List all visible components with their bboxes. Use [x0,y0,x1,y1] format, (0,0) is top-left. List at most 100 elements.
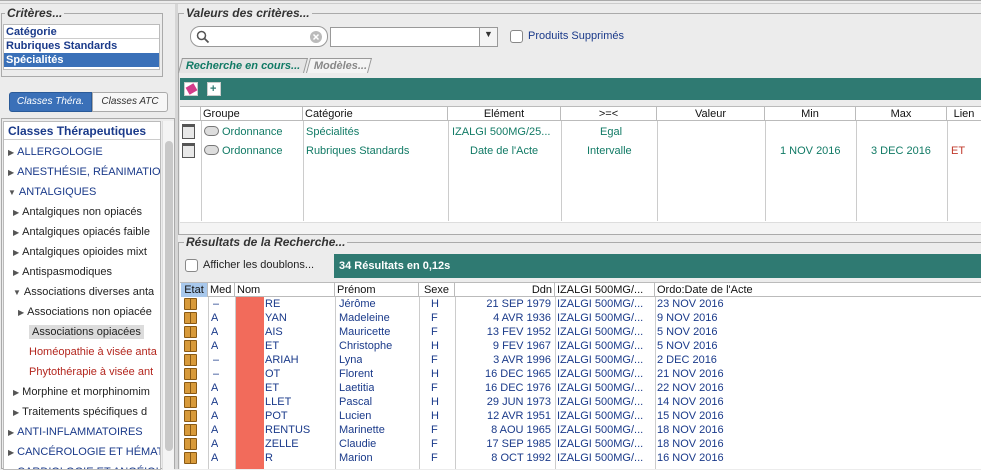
results-col-ordo[interactable]: Ordo:Date de l'Acte [655,283,981,297]
search-input[interactable] [190,26,328,47]
name-redaction [236,297,264,469]
tab-classes-atc[interactable]: Classes ATC [92,92,168,112]
tree-item[interactable]: Traitements spécifiques d [13,402,147,422]
value-combobox[interactable]: ▼ [330,27,498,47]
criteria-col-categorie[interactable]: Catégorie [303,107,448,121]
result-row[interactable]: A RENTUS Marinette F 8 AOU 1965 IZALGI 500MG/… [181,423,981,437]
dossier-book-icon[interactable] [184,424,197,436]
tree-item[interactable]: ANTALGIQUES [8,182,96,202]
results-col-ddn[interactable]: Ddn [455,283,555,297]
tree-scrollbar[interactable] [162,121,174,470]
chevron-right-icon[interactable] [13,386,22,398]
dossier-book-icon[interactable] [184,452,197,464]
results-col-sexe[interactable]: Sexe [419,283,455,297]
chevron-right-icon[interactable] [8,166,17,178]
results-col-nom[interactable]: Nom [235,283,335,297]
dossier-book-icon[interactable] [184,354,197,366]
chevron-right-icon[interactable] [18,306,27,318]
chevron-down-icon[interactable] [8,186,19,198]
result-row[interactable]: A YAN Madeleine F 4 AVR 1936 IZALGI 500MG/...… [181,311,981,325]
result-row[interactable]: A LLET Pascal H 29 JUN 1973 IZALGI 500MG/... 1… [181,395,981,409]
produits-supprimes-checkbox[interactable] [510,30,523,43]
criteria-col-op[interactable]: >=< [561,107,657,121]
result-row[interactable]: A R Marion F 8 OCT 1992 IZALGI 500MG/... 16 NO… [181,451,981,465]
dossier-book-icon[interactable] [184,410,197,422]
chevron-right-icon[interactable] [13,206,22,218]
chevron-right-icon[interactable] [13,226,22,238]
tab-modeles[interactable]: Modèles... [305,58,373,73]
criteria-toolbar: + [180,78,981,100]
tree-item[interactable]: CANCÉROLOGIE ET HÉMAT [8,442,160,462]
tree-item[interactable]: Antalgiques opioides mixt [13,242,147,262]
tree-item[interactable]: ANESTHÉSIE, RÉANIMATION [8,162,160,182]
chevron-right-icon[interactable] [13,406,22,418]
criteria-col-max[interactable]: Max [856,107,947,121]
criteria-col-lien[interactable]: Lien [947,107,981,121]
dossier-book-icon[interactable] [184,340,197,352]
chevron-down-icon[interactable] [13,286,24,298]
dossier-book-icon[interactable] [184,298,197,310]
tree-item[interactable]: Associations opiacées [18,322,144,342]
result-row[interactable]: – ARIAH Lyna F 3 AVR 1996 IZALGI 500MG/... 2 D… [181,353,981,367]
criteria-row[interactable]: Ordonnance Spécialités IZALGI 500MG/25..… [180,124,981,142]
doublons-checkbox[interactable] [185,259,198,272]
link-icon[interactable] [204,126,219,136]
classes-tree[interactable]: Classes Thérapeutiques ALLERGOLOGIE ANEST… [3,121,161,470]
criteria-col-min[interactable]: Min [765,107,856,121]
trash-icon[interactable] [182,143,195,158]
tab-recherche-en-cours[interactable]: Recherche en cours... [177,58,309,73]
tree-item[interactable]: Phytothérapie à visée ant [18,362,153,382]
chevron-right-icon[interactable] [8,446,17,458]
tree-item[interactable]: Antispasmodiques [13,262,112,282]
tree-item[interactable]: ANTI-INFLAMMATOIRES [8,422,143,442]
tree-item[interactable]: Antalgiques non opiacés [13,202,142,222]
tree-item[interactable]: Homéopathie à visée anta [18,342,157,362]
result-row[interactable]: A ET Christophe H 9 FEV 1967 IZALGI 500MG/...… [181,339,981,353]
tree-item[interactable]: Antalgiques opiacés faible [13,222,150,242]
eraser-button[interactable] [184,82,198,96]
tree-item[interactable]: Associations non opiacée [18,302,152,322]
criteria-col-groupe[interactable]: Groupe [201,107,303,121]
chevron-right-icon[interactable] [8,426,17,438]
criteria-row[interactable]: Ordonnance Rubriques Standards Date de l… [180,143,981,161]
chevron-right-icon[interactable] [8,146,17,158]
link-icon[interactable] [204,145,219,155]
tree-item[interactable]: ALLERGOLOGIE [8,142,103,162]
result-row[interactable]: A POT Lucien H 12 AVR 1951 IZALGI 500MG/... 15… [181,409,981,423]
dossier-book-icon[interactable] [184,312,197,324]
result-row[interactable]: A ET Laetitia F 16 DEC 1976 IZALGI 500MG/... 2… [181,381,981,395]
criteria-col-valeur[interactable]: Valeur [657,107,765,121]
results-col-med[interactable]: Med [208,283,235,297]
results-col-prenom[interactable]: Prénom [335,283,419,297]
results-col-etat[interactable]: Etat [181,283,208,297]
result-cell-nom: RENTUS [265,424,311,436]
result-row[interactable]: – OT Florent H 16 DEC 1965 IZALGI 500MG/... 21… [181,367,981,381]
result-cell-ddn: 13 FEV 1952 [486,326,551,338]
trash-icon[interactable] [182,124,195,139]
dossier-book-icon[interactable] [184,396,197,408]
criteria-hscroll[interactable] [180,222,981,234]
dossier-book-icon[interactable] [184,438,197,450]
result-cell-ordo: 23 NOV 2016 [657,298,724,310]
tree-item[interactable]: Associations diverses anta [13,282,154,302]
result-row[interactable]: – RE Jérôme H 21 SEP 1979 IZALGI 500MG/... 23 … [181,297,981,311]
tree-scrollbar-thumb[interactable] [165,141,173,451]
categorie-item-specialites[interactable]: Spécialités [4,53,159,67]
dossier-book-icon[interactable] [184,326,197,338]
criteria-col-element[interactable]: Elément [448,107,561,121]
dossier-book-icon[interactable] [184,368,197,380]
combobox-button[interactable]: ▼ [479,28,497,46]
clear-icon[interactable] [309,30,323,44]
dossier-book-icon[interactable] [184,382,197,394]
chevron-right-icon[interactable] [8,466,17,469]
tab-classes-thera[interactable]: Classes Théra. [9,92,92,112]
results-col-izalgi[interactable]: IZALGI 500MG/... [555,283,655,297]
chevron-right-icon[interactable] [13,246,22,258]
add-criteria-button[interactable]: + [207,82,221,96]
result-row[interactable]: A AIS Mauricette F 13 FEV 1952 IZALGI 500MG/.… [181,325,981,339]
result-cell-med: A [211,438,219,450]
result-row[interactable]: A ZELLE Claudie F 17 SEP 1985 IZALGI 500MG/..… [181,437,981,451]
tree-item[interactable]: Morphine et morphinomim [13,382,150,402]
categorie-item-rubriques[interactable]: Rubriques Standards [4,39,159,53]
chevron-right-icon[interactable] [13,266,22,278]
